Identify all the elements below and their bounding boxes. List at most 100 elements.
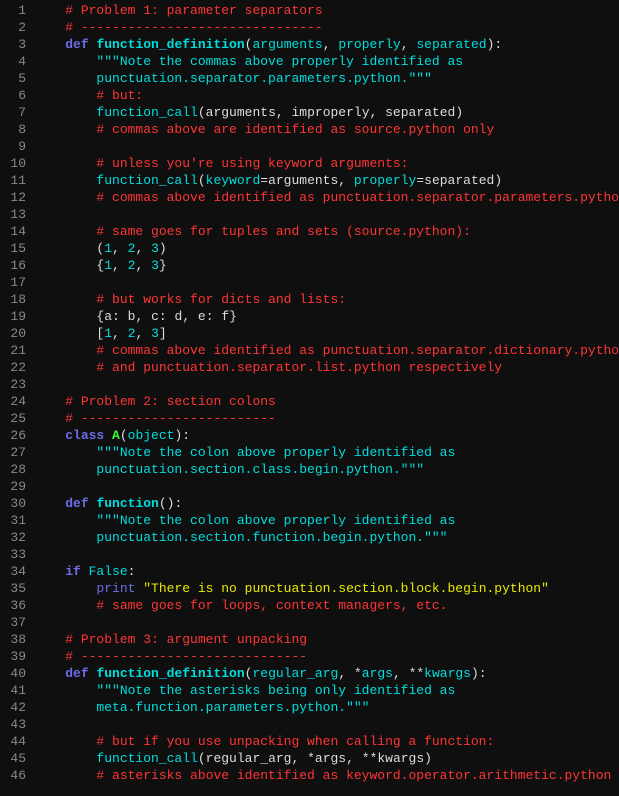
code-line[interactable]: class A(object):: [34, 427, 619, 444]
token-paren: ]: [159, 326, 167, 341]
code-line[interactable]: function_call(keyword=arguments, properl…: [34, 172, 619, 189]
code-line[interactable]: [34, 478, 619, 495]
code-line[interactable]: # commas above identified as punctuation…: [34, 189, 619, 206]
code-line[interactable]: {a: b, c: d, e: f}: [34, 308, 619, 325]
code-line[interactable]: [34, 206, 619, 223]
code-line[interactable]: # commas above identified as punctuation…: [34, 342, 619, 359]
code-line[interactable]: [34, 716, 619, 733]
code-line[interactable]: print "There is no punctuation.section.b…: [34, 580, 619, 597]
token-comment: # and punctuation.separator.list.python …: [96, 360, 502, 375]
code-line[interactable]: {1, 2, 3}: [34, 257, 619, 274]
code-line[interactable]: def function():: [34, 495, 619, 512]
token-punct: ,: [135, 326, 151, 341]
code-line[interactable]: # same goes for loops, context managers,…: [34, 597, 619, 614]
token-whitespace: [34, 224, 96, 239]
code-line[interactable]: # Problem 3: argument unpacking: [34, 631, 619, 648]
code-line[interactable]: # -------------------------: [34, 410, 619, 427]
line-number: 40: [0, 665, 26, 682]
code-line[interactable]: function_call(regular_arg, *args, **kwar…: [34, 750, 619, 767]
line-number: 20: [0, 325, 26, 342]
code-line[interactable]: [34, 614, 619, 631]
line-number: 32: [0, 529, 26, 546]
line-number: 29: [0, 478, 26, 495]
code-line[interactable]: # but works for dicts and lists:: [34, 291, 619, 308]
code-line[interactable]: # but:: [34, 87, 619, 104]
line-number: 21: [0, 342, 26, 359]
code-line[interactable]: (1, 2, 3): [34, 240, 619, 257]
line-number: 11: [0, 172, 26, 189]
code-line[interactable]: def function_definition(arguments, prope…: [34, 36, 619, 53]
token-punct: ,: [291, 751, 307, 766]
token-paren: }: [159, 258, 167, 273]
token-whitespace: [34, 105, 96, 120]
line-number: 13: [0, 206, 26, 223]
token-string: """Note the asterisks being only identif…: [96, 683, 455, 698]
code-editor[interactable]: 1234567891011121314151617181920212223242…: [0, 0, 619, 784]
code-line[interactable]: # same goes for tuples and sets (source.…: [34, 223, 619, 240]
code-line[interactable]: # Problem 2: section colons: [34, 393, 619, 410]
code-line[interactable]: [34, 376, 619, 393]
code-line[interactable]: def function_definition(regular_arg, *ar…: [34, 665, 619, 682]
token-comment: # same goes for tuples and sets (source.…: [96, 224, 470, 239]
token-punct: =: [260, 173, 268, 188]
code-area[interactable]: # Problem 1: parameter separators # ----…: [34, 2, 619, 784]
token-punct: ,: [112, 326, 128, 341]
token-punct: ,: [323, 37, 339, 52]
code-line[interactable]: # asterisks above identified as keyword.…: [34, 767, 619, 784]
token-paren: (: [198, 751, 206, 766]
code-line[interactable]: # commas above are identified as source.…: [34, 121, 619, 138]
line-number: 6: [0, 87, 26, 104]
code-line[interactable]: [34, 138, 619, 155]
code-line[interactable]: punctuation.separator.parameters.python.…: [34, 70, 619, 87]
token-punct: ,: [338, 666, 354, 681]
code-line[interactable]: # -------------------------------: [34, 19, 619, 36]
code-line[interactable]: punctuation.section.function.begin.pytho…: [34, 529, 619, 546]
code-line[interactable]: """Note the asterisks being only identif…: [34, 682, 619, 699]
code-line[interactable]: """Note the commas above properly identi…: [34, 53, 619, 70]
token-punct: :: [128, 564, 136, 579]
code-line[interactable]: # -----------------------------: [34, 648, 619, 665]
token-whitespace: [34, 190, 96, 205]
code-line[interactable]: """Note the colon above properly identif…: [34, 444, 619, 461]
token-ident: c: [151, 309, 159, 324]
token-whitespace: [34, 462, 96, 477]
token-whitespace: [34, 343, 96, 358]
code-line[interactable]: function_call(arguments, improperly, sep…: [34, 104, 619, 121]
line-number: 14: [0, 223, 26, 240]
code-line[interactable]: [34, 546, 619, 563]
token-param: properly: [338, 37, 400, 52]
line-number: 15: [0, 240, 26, 257]
token-keyword: class: [65, 428, 112, 443]
token-punct: ,: [338, 173, 354, 188]
line-number: 8: [0, 121, 26, 138]
token-whitespace: [34, 326, 96, 341]
code-line[interactable]: meta.function.parameters.python.""": [34, 699, 619, 716]
token-whitespace: [34, 3, 65, 18]
token-comment: # -------------------------------: [65, 20, 322, 35]
token-comment: # Problem 2: section colons: [65, 394, 276, 409]
token-whitespace: [34, 445, 96, 460]
token-whitespace: [34, 54, 96, 69]
code-line[interactable]: [1, 2, 3]: [34, 325, 619, 342]
token-punct: ,: [401, 37, 417, 52]
code-line[interactable]: """Note the colon above properly identif…: [34, 512, 619, 529]
code-line[interactable]: [34, 274, 619, 291]
line-number: 7: [0, 104, 26, 121]
token-paren: ):: [471, 666, 487, 681]
code-line[interactable]: # but if you use unpacking when calling …: [34, 733, 619, 750]
token-punct: =: [416, 173, 424, 188]
code-line[interactable]: punctuation.section.class.begin.python."…: [34, 461, 619, 478]
line-number: 30: [0, 495, 26, 512]
token-keyword: def: [65, 666, 96, 681]
token-keyword2: print: [96, 581, 143, 596]
line-number: 28: [0, 461, 26, 478]
line-number: 22: [0, 359, 26, 376]
line-number: 45: [0, 750, 26, 767]
code-line[interactable]: if False:: [34, 563, 619, 580]
token-funcname: function_definition: [96, 37, 244, 52]
token-whitespace: [34, 598, 96, 613]
code-line[interactable]: # Problem 1: parameter separators: [34, 2, 619, 19]
line-number: 36: [0, 597, 26, 614]
code-line[interactable]: # and punctuation.separator.list.python …: [34, 359, 619, 376]
code-line[interactable]: # unless you're using keyword arguments:: [34, 155, 619, 172]
